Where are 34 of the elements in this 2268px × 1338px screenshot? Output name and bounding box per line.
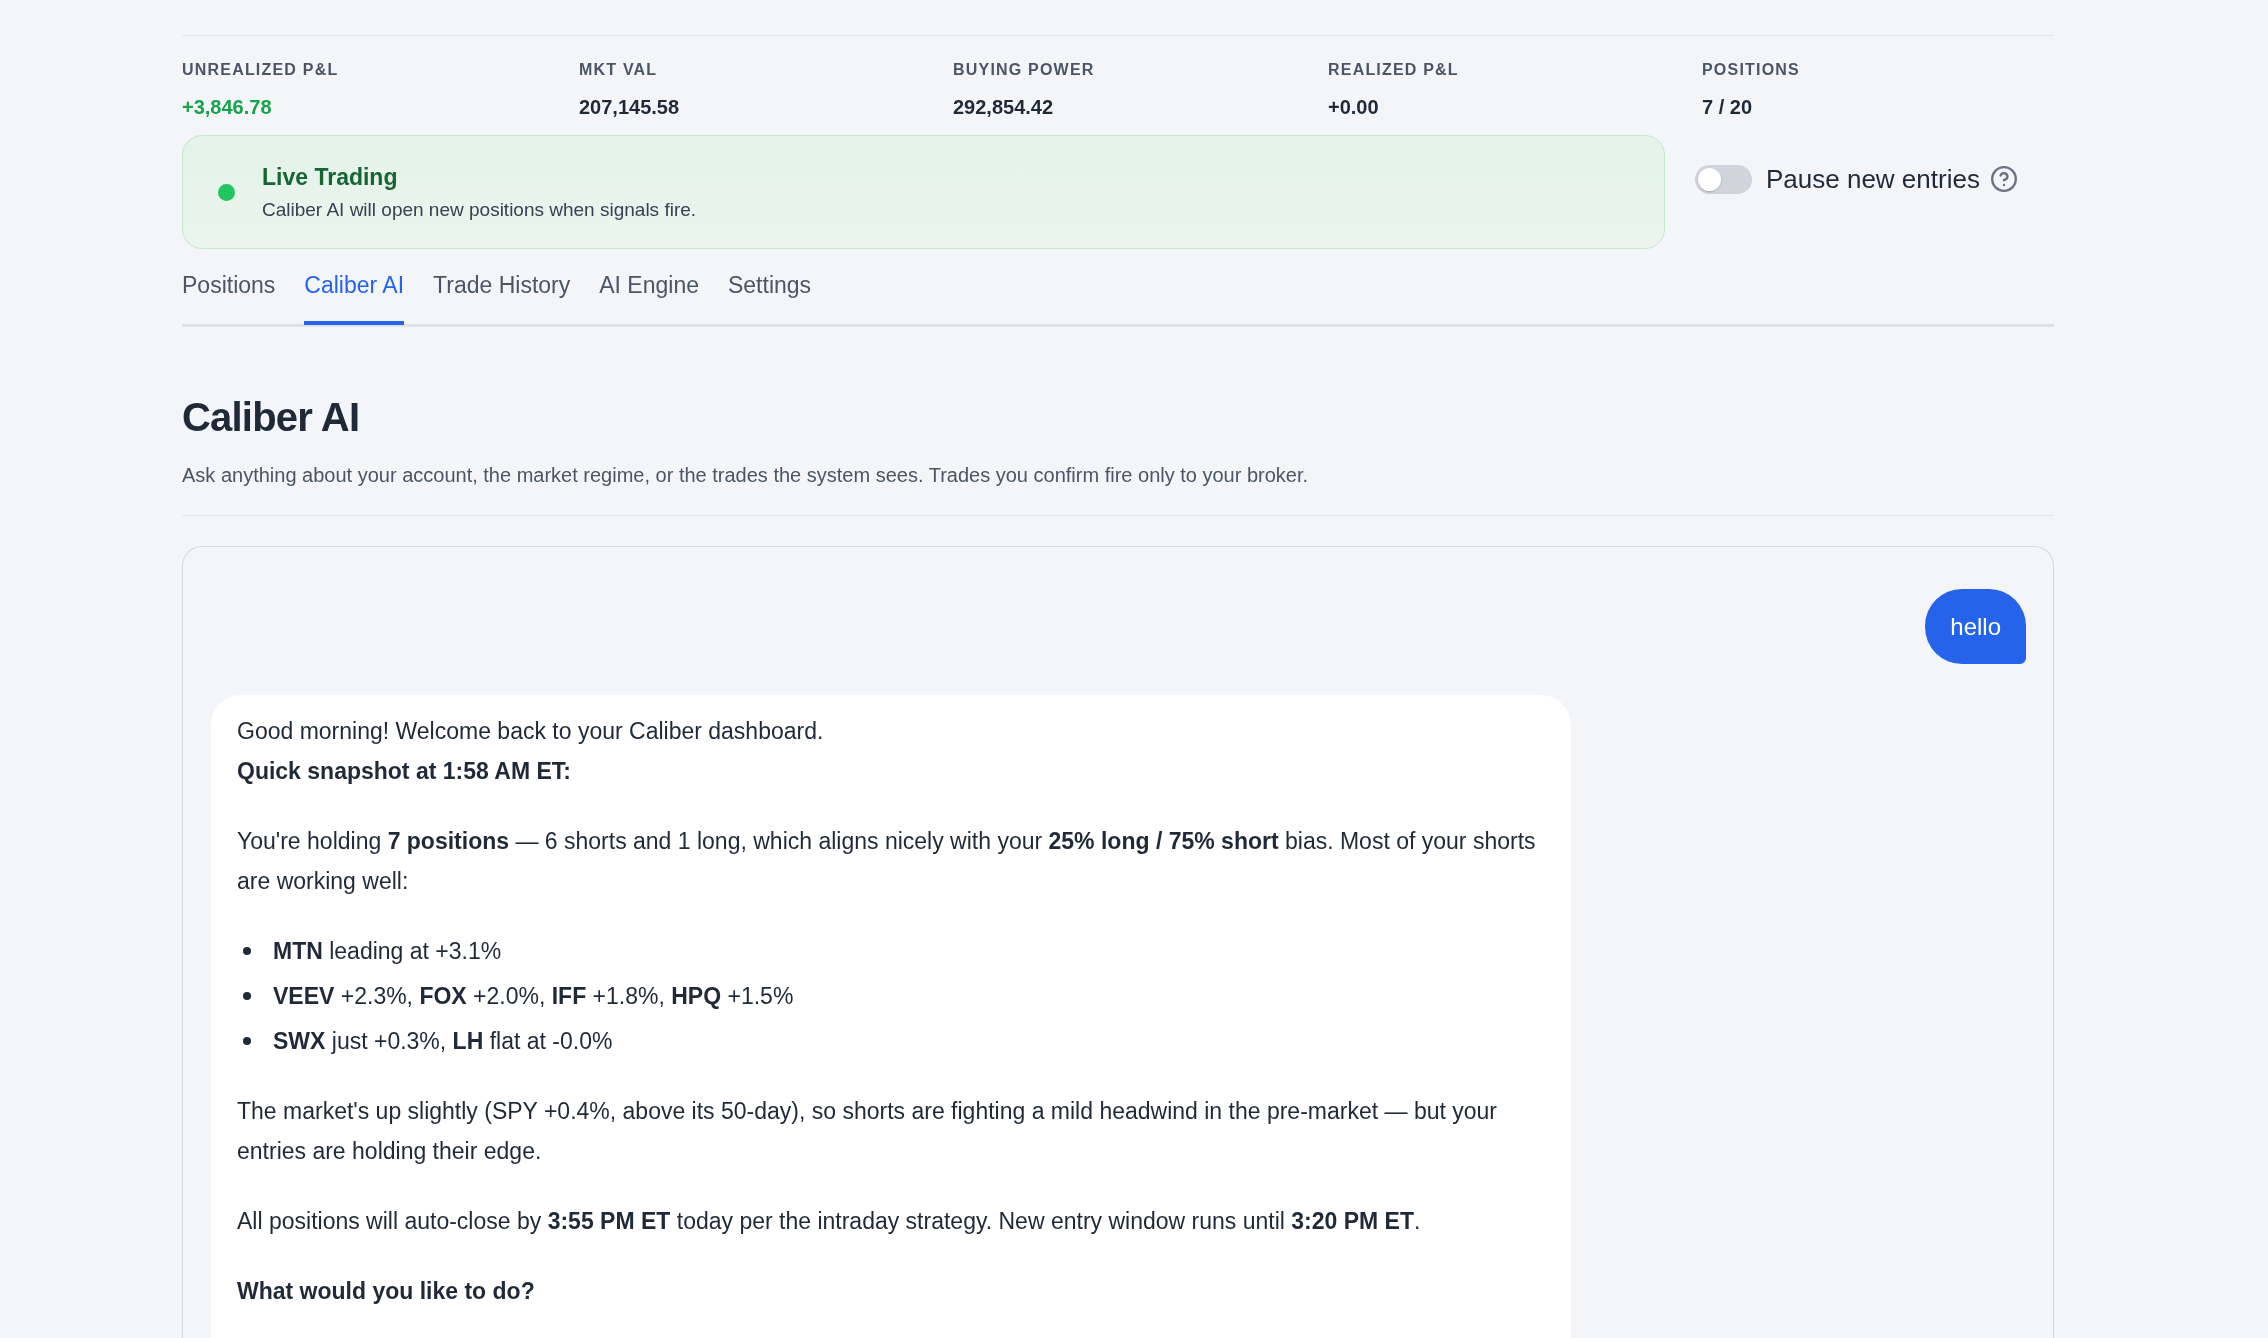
nav-tab[interactable]: AI Engine: [599, 269, 699, 325]
banner-message: Caliber AI will open new positions when signals fire.: [262, 197, 697, 222]
stat-label: REALIZED P&L: [1328, 60, 1459, 80]
stat-value: 292,854.42: [953, 95, 1054, 120]
bullet-icon: [243, 992, 251, 1000]
stat-value: 207,145.58: [579, 95, 680, 120]
bullet-icon: [243, 1037, 251, 1045]
nav-tab[interactable]: Caliber AI: [304, 269, 405, 325]
list-item-text: MTN leading at +3.1%: [273, 937, 502, 966]
message-paragraph: The market's up slightly (SPY +0.4%, above its 50-day), so shorts are fighting a mild headwind in the pre-market — but your entries are holding their edge.: [237, 1097, 1498, 1166]
nav-tab[interactable]: Trade History: [433, 269, 571, 325]
stat-value: +0.00: [1328, 95, 1379, 120]
list-item-text: SWX just +0.3%, LH flat at -0.0%: [273, 1027, 613, 1056]
user-message: hello: [1925, 589, 2026, 664]
toggle-label: Pause new entries: [1766, 163, 1980, 195]
page-title: Caliber AI: [182, 394, 360, 441]
stat-label: POSITIONS: [1702, 60, 1800, 80]
stat-label: MKT VAL: [579, 60, 658, 80]
stat-value: +3,846.78: [182, 95, 272, 120]
banner-title: Live Trading: [262, 162, 399, 192]
toggle-switch[interactable]: [1695, 164, 1752, 194]
page-description: Ask anything about your account, the market regime, or the trades the system sees. Trades you confirm fire only to your broker.: [182, 463, 1309, 488]
list-item-text: VEEV +2.3%, FOX +2.0%, IFF +1.8%, HPQ +1.5%: [273, 982, 794, 1011]
message-paragraph: Good morning! Welcome back to your Caliber dashboard. Quick snapshot at 1:58 AM ET:: [237, 717, 825, 786]
message-question: What would you like to do?: [237, 1277, 536, 1306]
bullet-icon: [243, 947, 251, 955]
nav-tab[interactable]: Positions: [182, 269, 276, 325]
stat-label: UNREALIZED P&L: [182, 60, 339, 80]
nav-tab[interactable]: Settings: [728, 269, 812, 325]
message-paragraph: All positions will auto-close by 3:55 PM ET today per the intraday strategy. New entry window runs until 3:20 PM ET.: [237, 1207, 1422, 1236]
stat-label: BUYING POWER: [953, 60, 1095, 80]
stat-value: 7 / 20: [1702, 95, 1753, 120]
message-paragraph: You're holding 7 positions — 6 shorts and 1 long, which aligns nicely with your 25% long / 75% short bias. Most of your shorts are working well:: [237, 827, 1537, 896]
help-icon[interactable]: [1990, 166, 2017, 192]
